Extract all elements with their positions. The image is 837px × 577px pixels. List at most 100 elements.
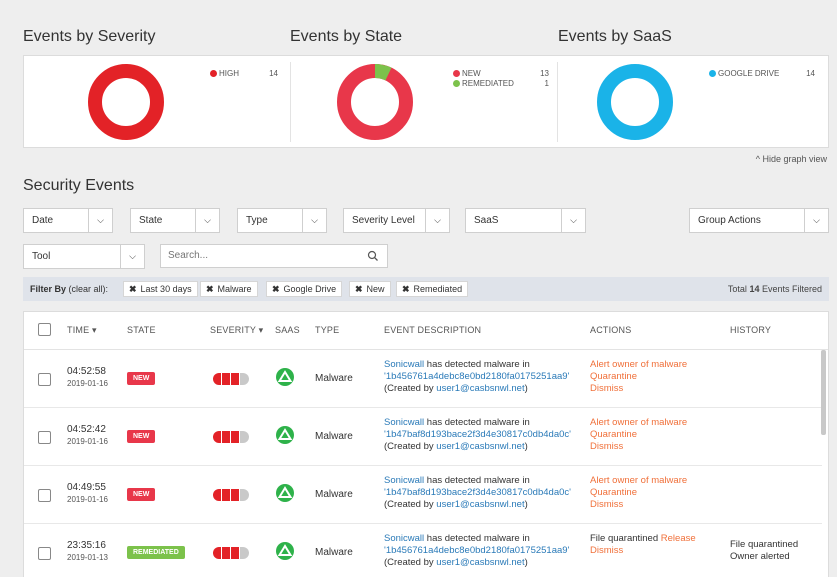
table-scrollbar[interactable] [821,350,826,435]
legend-value: 14 [269,68,278,78]
description-text: has detected malware in [424,417,530,428]
status-badge: REMEDIATED [127,546,185,559]
dismiss-link[interactable]: Dismiss [590,545,623,556]
close-icon[interactable]: ✖ [129,284,137,294]
google-drive-icon [276,368,294,386]
select-all-checkbox[interactable] [38,323,51,336]
chart-title-severity: Events by Severity [23,28,156,45]
google-drive-icon [276,542,294,560]
quarantine-link[interactable]: Quarantine [590,487,687,499]
search-field[interactable] [160,244,388,268]
row-checkbox[interactable] [38,489,51,502]
dismiss-link[interactable]: Dismiss [590,383,687,395]
chevron-down-icon: ⌵ [561,209,585,232]
type-dropdown[interactable]: Type ⌵ [237,208,327,233]
created-by-text: (Created by [384,383,437,394]
search-icon[interactable] [367,250,379,262]
legend-item-remediated[interactable]: REMEDIATED 1 [453,78,549,88]
quarantine-link[interactable]: Quarantine [590,429,687,441]
state-dropdown[interactable]: State ⌵ [130,208,220,233]
severity-chart: HIGH 14 [24,56,290,149]
legend-value: 14 [806,68,815,78]
file-link[interactable]: '1b456761a4debc8e0bd2180fa0175251aa9' [384,371,569,382]
filter-chip-malware[interactable]: ✖ Malware [200,281,258,297]
legend-item-new[interactable]: NEW 13 [453,68,549,78]
chevron-down-icon: ⌵ [302,209,326,232]
alert-owner-link[interactable]: Alert owner of malware [590,417,687,429]
legend-value: 13 [540,68,549,78]
google-drive-icon [276,484,294,502]
filter-chip-last-30-days[interactable]: ✖ Last 30 days [123,281,198,297]
close-icon[interactable]: ✖ [402,284,410,294]
search-input[interactable] [168,250,358,261]
column-header-severity[interactable]: SEVERITY ▾ [210,325,263,336]
chip-label: Remediated [413,284,463,294]
row-checkbox[interactable] [38,547,51,560]
vendor-link[interactable]: Sonicwall [384,533,424,544]
file-link[interactable]: '1b47baf8d193bace2f3d4e30817c0db4da0c' [384,487,571,498]
event-date: 2019-01-13 [67,553,108,562]
vendor-link[interactable]: Sonicwall [384,417,424,428]
tool-dropdown[interactable]: Tool ⌵ [23,244,145,269]
vendor-link[interactable]: Sonicwall [384,475,424,486]
clear-all-link[interactable]: (clear all): [69,284,109,294]
table-row[interactable]: 04:52:42 2019-01-16 NEW Malware Sonicwal… [24,408,822,466]
close-icon[interactable]: ✖ [206,284,214,294]
total-count: 14 [749,284,760,294]
severity-indicator [213,547,249,559]
filter-chip-new[interactable]: ✖ New [349,281,391,297]
column-header-time[interactable]: TIME ▾ [67,325,97,336]
filter-chip-remediated[interactable]: ✖ Remediated [396,281,469,297]
table-row[interactable]: 04:52:58 2019-01-16 NEW Malware Sonicwal… [24,350,822,408]
column-header-event-description: EVENT DESCRIPTION [384,325,482,335]
group-actions-dropdown[interactable]: Group Actions ⌵ [689,208,829,233]
legend-item-high[interactable]: HIGH 14 [210,68,278,78]
alert-owner-link[interactable]: Alert owner of malware [590,359,687,371]
close-icon[interactable]: ✖ [272,284,280,294]
severity-donut[interactable] [87,63,165,141]
row-checkbox[interactable] [38,431,51,444]
file-link[interactable]: '1b47baf8d193bace2f3d4e30817c0db4da0c' [384,429,571,440]
user-link[interactable]: user1@casbsnwl.net [436,383,524,394]
legend-label: NEW [462,68,481,78]
saas-legend: GOOGLE DRIVE 14 [709,68,815,78]
legend-item-google-drive[interactable]: GOOGLE DRIVE 14 [709,68,815,78]
date-dropdown[interactable]: Date ⌵ [23,208,113,233]
description-end: ) [524,557,528,568]
dismiss-link[interactable]: Dismiss [590,441,687,453]
table-row[interactable]: 04:49:55 2019-01-16 NEW Malware Sonicwal… [24,466,822,524]
state-donut[interactable] [336,63,414,141]
state-chart: NEW 13 REMEDIATED 1 [291,56,557,149]
filter-by-label: Filter By (clear all): [30,284,108,294]
file-link[interactable]: '1b456761a4debc8e0bd2180fa0175251aa9' [384,545,569,556]
saas-dropdown[interactable]: SaaS ⌵ [465,208,586,233]
user-link[interactable]: user1@casbsnwl.net [436,441,524,452]
table-row[interactable]: 23:35:16 2019-01-13 REMEDIATED Malware S… [24,524,822,577]
dropdown-label: Type [246,215,268,226]
user-link[interactable]: user1@casbsnwl.net [436,499,524,510]
vendor-link[interactable]: Sonicwall [384,359,424,370]
hide-graph-link[interactable]: ^ Hide graph view [756,154,827,164]
dismiss-link[interactable]: Dismiss [590,499,687,511]
legend-dot [453,79,460,87]
chip-label: New [366,284,385,294]
column-header-saas: SAAS [275,325,300,335]
filter-by-text: Filter By [30,284,67,294]
alert-owner-link[interactable]: Alert owner of malware [590,475,687,487]
row-actions: Alert owner of malware Quarantine Dismis… [590,475,687,511]
event-time: 04:52:58 [67,366,106,377]
event-type: Malware [315,431,353,442]
row-checkbox[interactable] [38,373,51,386]
filter-chip-google-drive[interactable]: ✖ Google Drive [266,281,343,297]
event-time: 04:52:42 [67,424,106,435]
release-link[interactable]: Release [661,533,696,544]
user-link[interactable]: user1@casbsnwl.net [436,557,524,568]
saas-donut[interactable] [596,63,674,141]
total-prefix: Total [727,284,747,294]
severity-level-dropdown[interactable]: Severity Level ⌵ [343,208,450,233]
legend-value: 1 [544,78,549,88]
filter-bar: Filter By (clear all): ✖ Last 30 days ✖ Ma… [23,277,829,301]
close-icon[interactable]: ✖ [355,284,363,294]
charts-panel: HIGH 14 NEW 13 REMEDIATED 1 GOOGLE DRIVE… [23,55,829,148]
quarantine-link[interactable]: Quarantine [590,371,687,383]
